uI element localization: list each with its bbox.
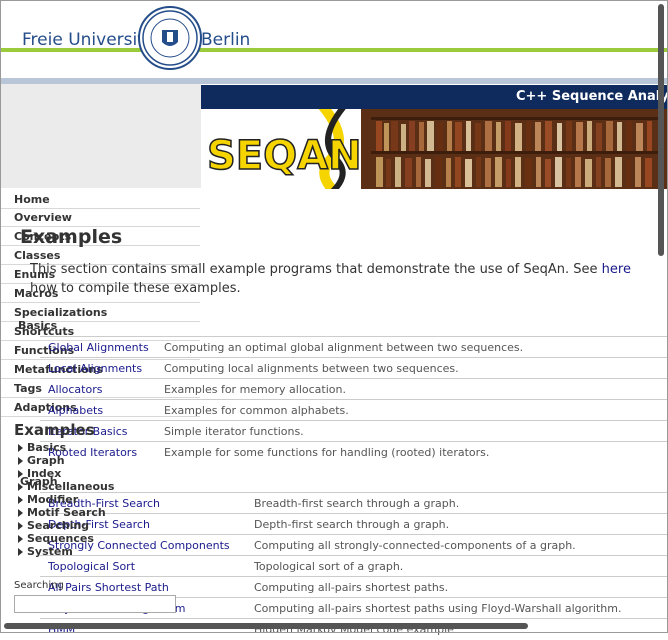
example-description: Simple iterator functions. bbox=[164, 425, 304, 438]
expand-arrow-icon bbox=[18, 509, 23, 517]
example-description: Computing all-pairs shortest paths using… bbox=[254, 602, 622, 615]
tree-item-graph[interactable]: Graph bbox=[18, 454, 65, 467]
example-description: Computing all strongly-connected-compone… bbox=[254, 539, 576, 552]
example-description: Depth-first search through a graph. bbox=[254, 518, 450, 531]
vertical-scrollbar[interactable] bbox=[658, 4, 664, 256]
table-row: Breadth-First Search Breadth-first search… bbox=[40, 492, 668, 514]
search-input[interactable] bbox=[14, 595, 176, 613]
example-description: Example for some functions for handling … bbox=[164, 446, 490, 459]
expand-arrow-icon bbox=[18, 522, 23, 530]
tree-item-label: Miscellaneous bbox=[27, 480, 115, 493]
example-description: Computing an optimal global alignment be… bbox=[164, 341, 524, 354]
tree-item-miscellaneous[interactable]: Miscellaneous bbox=[18, 480, 114, 493]
example-link[interactable]: Topological Sort bbox=[48, 560, 135, 573]
university-name-right[interactable]: Berlin bbox=[201, 30, 250, 50]
tree-item-index[interactable]: Index bbox=[18, 467, 61, 480]
table-row: HMM Hidden Markov Model code example bbox=[40, 618, 668, 640]
section-title-basics: Basics bbox=[18, 319, 58, 332]
tree-item-label: Graph bbox=[27, 454, 65, 467]
intro-text-line: This section contains small example prog… bbox=[30, 262, 602, 277]
tree-item-searching[interactable]: Searching bbox=[18, 519, 89, 532]
nav-item-label: Overview bbox=[14, 211, 72, 224]
tree-item-system[interactable]: System bbox=[18, 545, 73, 558]
tree-item-label: Basics bbox=[27, 441, 67, 454]
expand-arrow-icon bbox=[18, 444, 23, 452]
table-row: Allocators Examples for memory allocation… bbox=[40, 378, 668, 400]
university-seal-icon[interactable] bbox=[138, 6, 202, 70]
expand-arrow-icon bbox=[18, 457, 23, 465]
table-row: Topological Sort Topological sort of a gr… bbox=[40, 555, 668, 577]
sidebar-top-panel bbox=[0, 84, 201, 188]
example-link[interactable]: Alphabets bbox=[48, 404, 103, 417]
table-row: Global Alignments Computing an optimal gl… bbox=[40, 336, 668, 358]
expand-arrow-icon bbox=[18, 483, 23, 491]
tree-item-label: Searching bbox=[27, 519, 90, 532]
example-description: Topological sort of a graph. bbox=[254, 560, 404, 573]
seqan-logo-text: SEQAN bbox=[207, 133, 362, 179]
tree-item-label: Sequences bbox=[27, 532, 94, 545]
tree-item-label: Motif Search bbox=[27, 506, 106, 519]
sidebar-examples-heading: Examples bbox=[14, 421, 95, 439]
horizontal-scrollbar[interactable] bbox=[4, 623, 528, 629]
example-description: Examples for common alphabets. bbox=[164, 404, 349, 417]
example-description: Computing local alignments between two s… bbox=[164, 362, 459, 375]
page-title: Examples bbox=[20, 226, 123, 248]
nav-item-label: Tags bbox=[14, 382, 42, 395]
intro-text-line2: how to compile these examples. bbox=[30, 281, 241, 296]
table-row: Rooted Iterators Example for some functio… bbox=[40, 441, 668, 463]
tree-item-basics[interactable]: Basics bbox=[18, 441, 66, 454]
example-link[interactable]: Local Alignments bbox=[48, 362, 142, 375]
compile-help-link[interactable]: here bbox=[602, 262, 631, 277]
nav-item-overview[interactable]: Overview bbox=[0, 208, 200, 227]
nav-item-label: Classes bbox=[14, 249, 61, 262]
example-description: Breadth-first search through a graph. bbox=[254, 497, 460, 510]
example-description: Computing all-pairs shortest paths. bbox=[254, 581, 449, 594]
tree-item-label: System bbox=[27, 545, 73, 558]
tree-item-motif-search[interactable]: Motif Search bbox=[18, 506, 106, 519]
search-label: Searching bbox=[14, 580, 64, 591]
example-link[interactable]: Allocators bbox=[48, 383, 102, 396]
table-row: Strongly Connected Components Computing a… bbox=[40, 534, 668, 556]
tree-item-sequences[interactable]: Sequences bbox=[18, 532, 94, 545]
nav-item-home[interactable]: Home bbox=[0, 190, 200, 209]
example-description: Examples for memory allocation. bbox=[164, 383, 346, 396]
example-link[interactable]: Global Alignments bbox=[48, 341, 149, 354]
nav-item-label: Home bbox=[14, 193, 50, 206]
expand-arrow-icon bbox=[18, 548, 23, 556]
table-row: Local Alignments Computing local alignmen… bbox=[40, 357, 668, 379]
expand-arrow-icon bbox=[18, 496, 23, 504]
example-link[interactable]: All Pairs Shortest Path bbox=[48, 581, 169, 594]
tree-item-modifier[interactable]: Modifier bbox=[18, 493, 78, 506]
table-row: Depth-First Search Depth-first search thr… bbox=[40, 513, 668, 535]
banner-title: C++ Sequence Analys bbox=[516, 89, 668, 104]
expand-arrow-icon bbox=[18, 470, 23, 478]
nav-item-label: Specializations bbox=[14, 306, 108, 319]
intro-text: This section contains small example prog… bbox=[30, 262, 631, 277]
tree-item-label: Modifier bbox=[27, 493, 79, 506]
expand-arrow-icon bbox=[18, 535, 23, 543]
table-row: Iterator Basics Simple iterator functions… bbox=[40, 420, 668, 442]
table-row: Alphabets Examples for common alphabets. bbox=[40, 399, 668, 421]
seqan-banner-image[interactable]: SEQAN bbox=[201, 109, 668, 189]
tree-item-label: Index bbox=[27, 467, 62, 480]
